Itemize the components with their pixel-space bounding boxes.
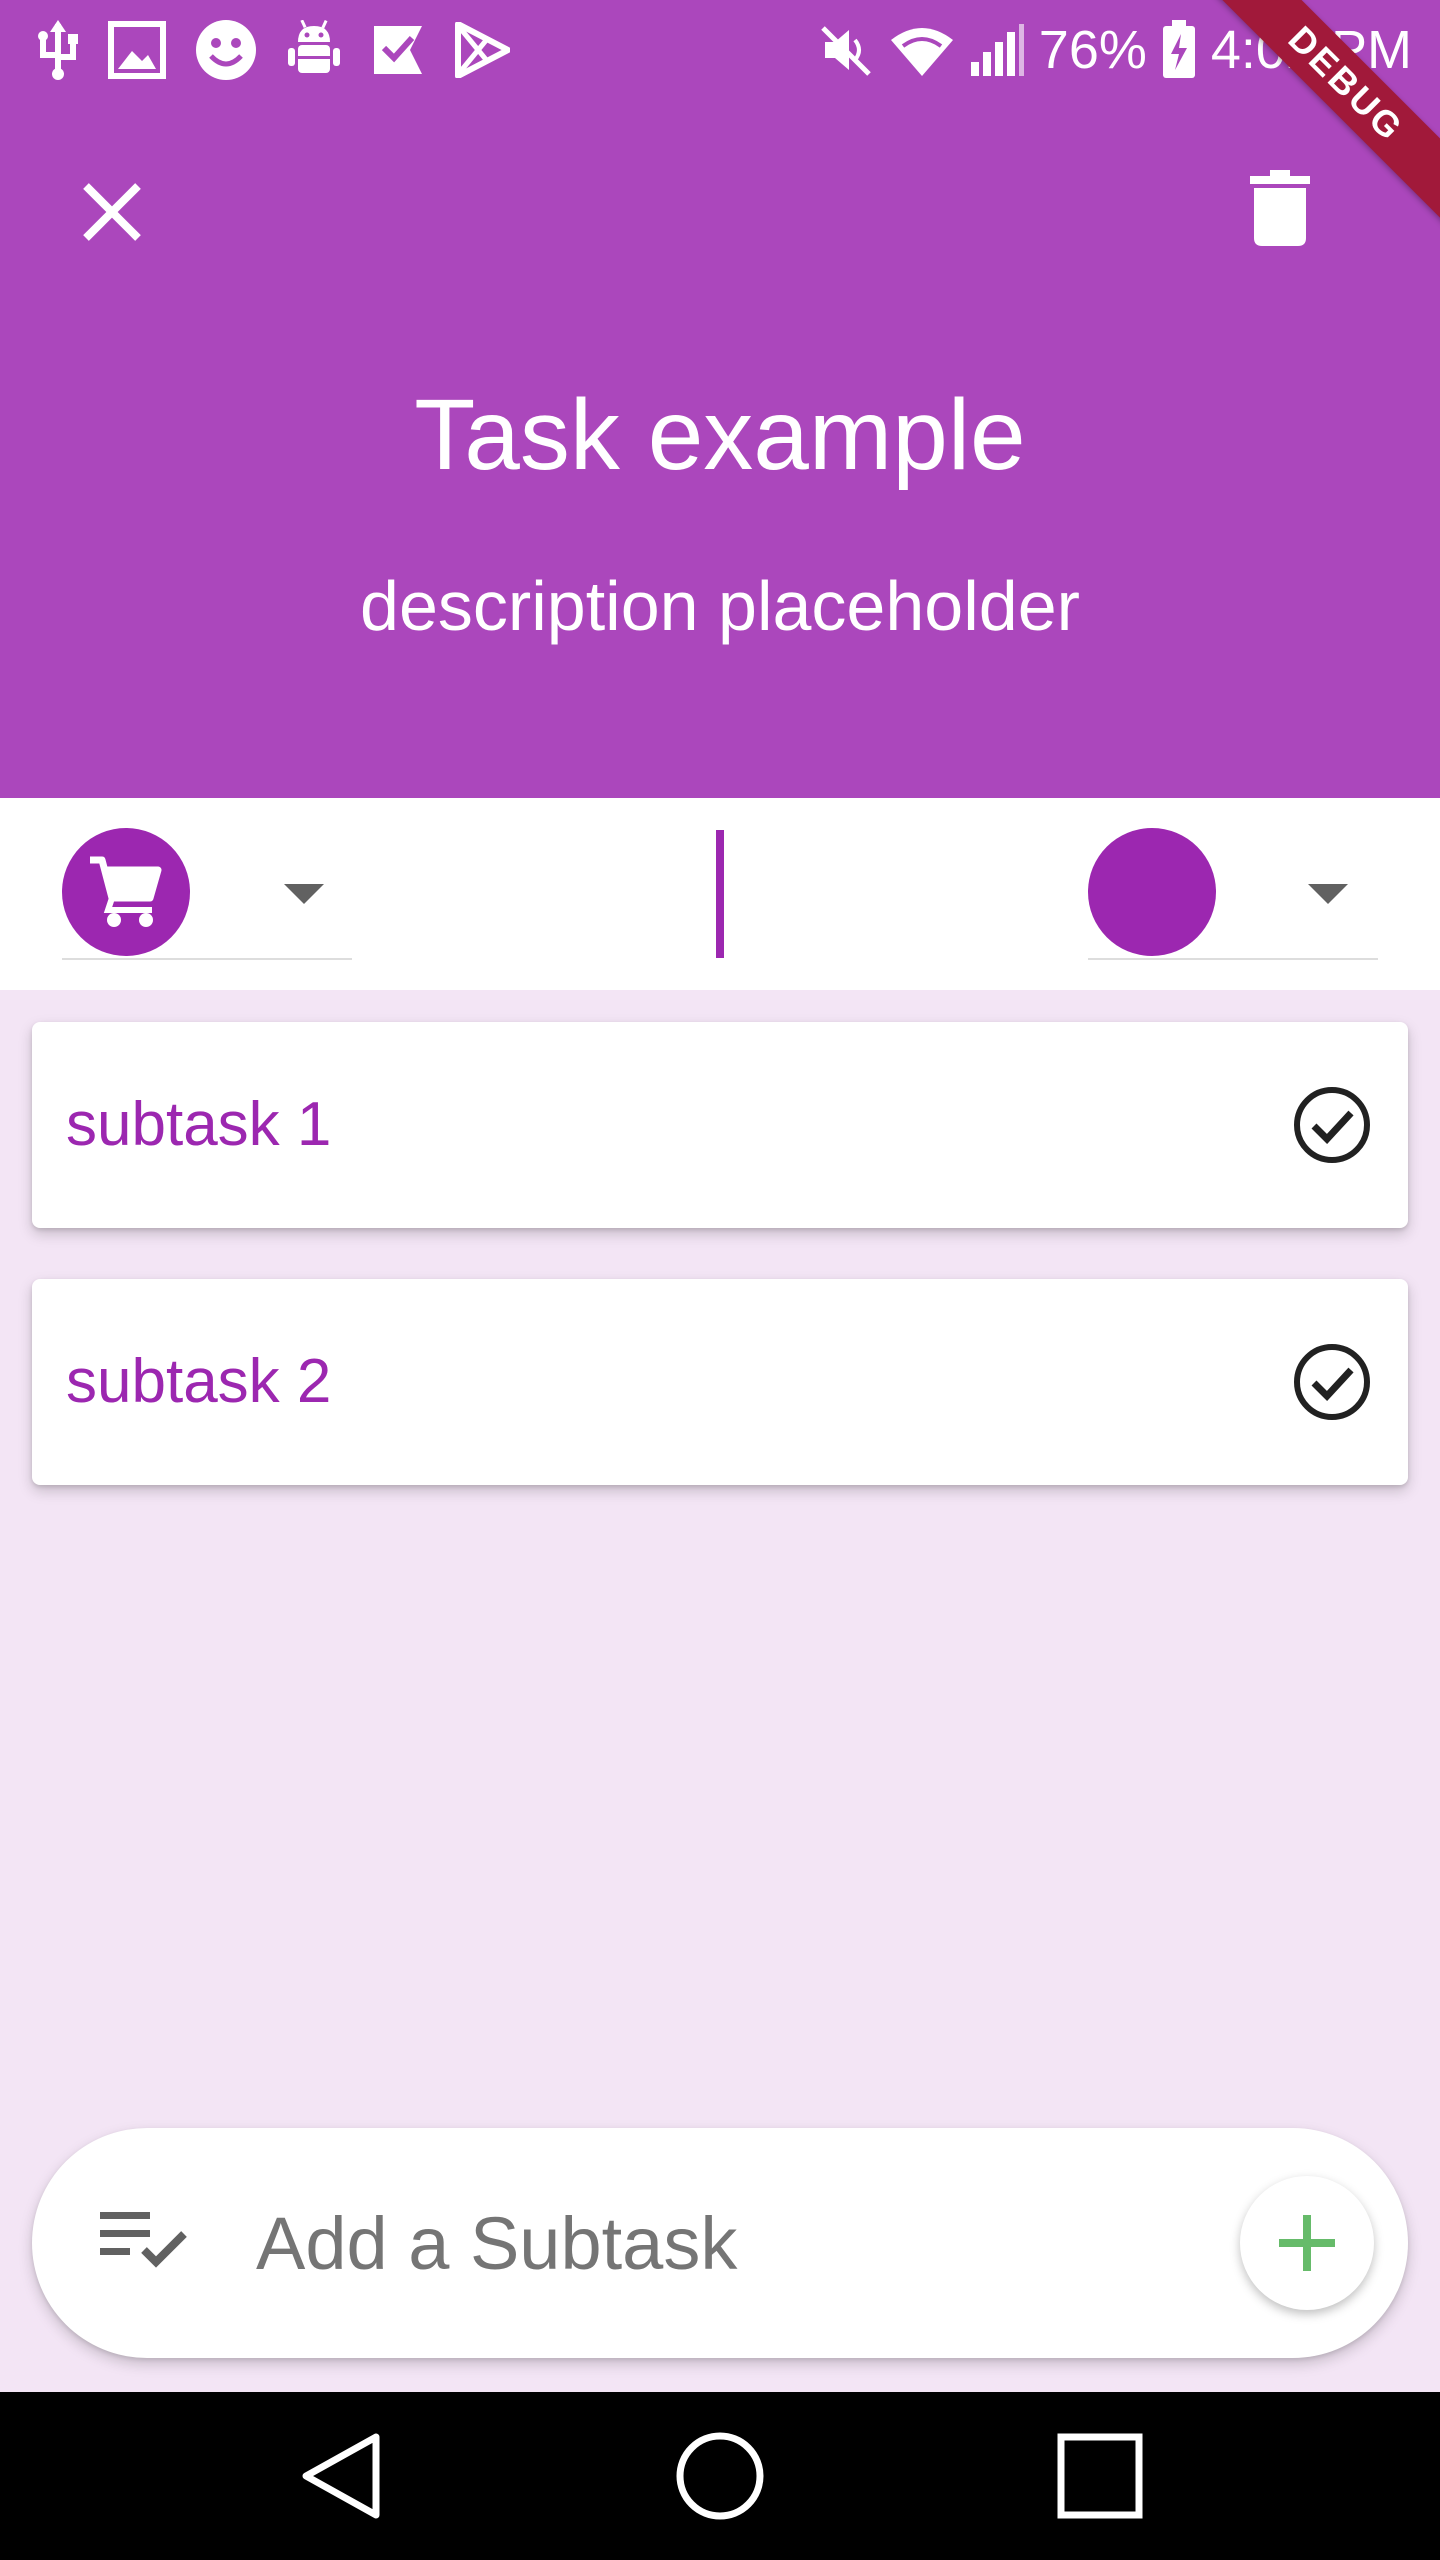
- chevron-down-icon: [1308, 884, 1348, 904]
- battery-percent: 76%: [1038, 20, 1147, 80]
- task-title[interactable]: Task example: [0, 380, 1440, 490]
- delete-button[interactable]: [1230, 158, 1330, 258]
- color-picker-dropdown[interactable]: [1088, 828, 1378, 960]
- close-icon: [83, 183, 141, 241]
- task-description[interactable]: description placeholder: [0, 568, 1440, 645]
- complete-subtask-button[interactable]: [1292, 1085, 1372, 1165]
- selected-icon-badge: [62, 828, 190, 956]
- trash-icon: [1250, 170, 1310, 246]
- back-button[interactable]: [290, 2426, 390, 2526]
- check-app-icon: [370, 22, 426, 78]
- image-icon: [108, 21, 166, 79]
- subtask-label: subtask 2: [66, 1347, 332, 1416]
- icon-picker-dropdown[interactable]: [62, 828, 352, 960]
- subtask-card[interactable]: subtask 2: [32, 1279, 1408, 1485]
- signal-icon: [969, 22, 1025, 78]
- android-debug-icon: [286, 20, 342, 80]
- mute-icon: [819, 22, 875, 78]
- smiley-icon: [194, 18, 258, 82]
- home-button[interactable]: [670, 2426, 770, 2526]
- play-store-icon: [454, 22, 510, 78]
- add-subtask-button[interactable]: [1240, 2176, 1374, 2310]
- subtask-label: subtask 1: [66, 1090, 332, 1159]
- add-subtask-input[interactable]: [256, 2168, 1216, 2318]
- navigation-bar: [0, 2392, 1440, 2560]
- plus-icon: [1279, 2215, 1335, 2271]
- subtask-card[interactable]: subtask 1: [32, 1022, 1408, 1228]
- text-cursor: [716, 830, 724, 958]
- playlist-check-icon: [100, 2212, 187, 2268]
- screen: 76% 4:02 PM DEBUG Task example descripti…: [0, 0, 1440, 2560]
- picker-row: [0, 798, 1440, 990]
- recents-square-icon: [1057, 2433, 1143, 2519]
- usb-icon: [36, 20, 80, 80]
- add-subtask-bar: [32, 2128, 1408, 2358]
- selected-color-swatch: [1088, 828, 1216, 956]
- close-button[interactable]: [62, 162, 162, 262]
- battery-charging-icon: [1161, 20, 1197, 80]
- header: 76% 4:02 PM DEBUG Task example descripti…: [0, 0, 1440, 798]
- shopping-cart-icon: [90, 856, 162, 927]
- complete-subtask-button[interactable]: [1292, 1342, 1372, 1422]
- back-triangle-icon: [302, 2433, 380, 2519]
- status-notification-icons: [36, 18, 510, 82]
- chevron-down-icon: [284, 884, 324, 904]
- check-circle-icon: [1294, 1344, 1370, 1420]
- recents-button[interactable]: [1050, 2426, 1150, 2526]
- status-bar: 76% 4:02 PM: [0, 0, 1440, 100]
- check-circle-icon: [1294, 1087, 1370, 1163]
- home-circle-icon: [676, 2432, 764, 2520]
- wifi-icon: [889, 22, 955, 78]
